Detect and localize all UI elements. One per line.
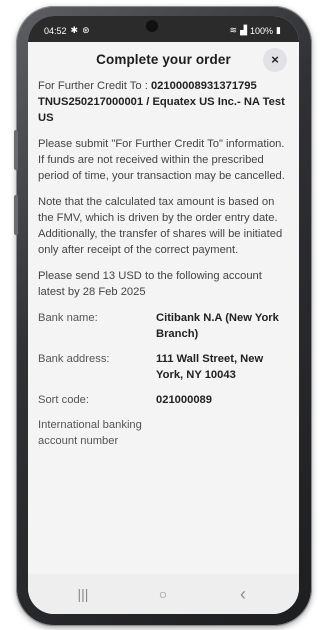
battery-level: 100% xyxy=(250,25,274,36)
submit-info-paragraph: Please submit "For Further Credit To" in… xyxy=(38,138,285,182)
signal-icon: ▟ xyxy=(240,25,248,35)
for-further-credit-label: For Further Credit To : xyxy=(38,80,151,92)
home-icon: ○ xyxy=(158,586,168,602)
tax-note-paragraph: Note that the calculated tax amount is b… xyxy=(38,196,283,256)
navigation-bar: ||| ○ ‹ xyxy=(28,574,299,614)
bank-name-value: Citibank N.A (New York Branch) xyxy=(156,312,279,340)
bank-address-label: Bank address: xyxy=(38,353,110,365)
recents-icon: ||| xyxy=(77,586,89,602)
wifi-icon: ≋ xyxy=(229,25,238,35)
back-icon: ‹ xyxy=(240,584,246,604)
home-button[interactable]: ○ xyxy=(148,582,178,606)
iban-row: International banking account number xyxy=(38,417,289,449)
camera-notch xyxy=(146,20,158,32)
recents-button[interactable]: ||| xyxy=(68,582,98,606)
close-button[interactable]: × xyxy=(263,48,287,72)
bank-address-row: Bank address: 111 Wall Street, New York,… xyxy=(38,351,289,383)
power-button xyxy=(14,195,18,235)
volume-button xyxy=(14,130,18,170)
sort-code-label: Sort code: xyxy=(38,394,89,406)
bank-name-label: Bank name: xyxy=(38,312,98,324)
payment-instruction-paragraph: Please send 13 USD to the following acco… xyxy=(38,270,262,298)
dialog-body: For Further Credit To : 0210000893137179… xyxy=(28,74,299,449)
status-time: 04:52 xyxy=(44,25,67,36)
dialog-title: Complete your order xyxy=(96,52,231,67)
for-further-credit-line: For Further Credit To : 0210000893137179… xyxy=(38,78,289,126)
phone-screen: 04:52 ✱ ⊛ ≋ ▟ 100% ▮ Complete your order… xyxy=(28,16,299,614)
sort-code-row: Sort code: 021000089 xyxy=(38,392,289,408)
iban-label: International banking account number xyxy=(38,419,142,447)
sync-icon: ⊛ xyxy=(82,25,90,35)
dialog-header: Complete your order × xyxy=(28,42,299,74)
close-icon: × xyxy=(271,52,279,67)
bank-name-row: Bank name: Citibank N.A (New York Branch… xyxy=(38,310,289,342)
battery-icon: ▮ xyxy=(276,25,281,35)
notification-icon: ✱ xyxy=(70,25,79,35)
order-dialog: Complete your order × For Further Credit… xyxy=(28,42,299,574)
status-bar: 04:52 ✱ ⊛ ≋ ▟ 100% ▮ xyxy=(28,16,299,42)
back-button[interactable]: ‹ xyxy=(228,582,258,606)
iban-value xyxy=(171,417,289,449)
bank-address-value: 111 Wall Street, New York, NY 10043 xyxy=(156,353,264,381)
sort-code-value: 021000089 xyxy=(156,394,212,406)
